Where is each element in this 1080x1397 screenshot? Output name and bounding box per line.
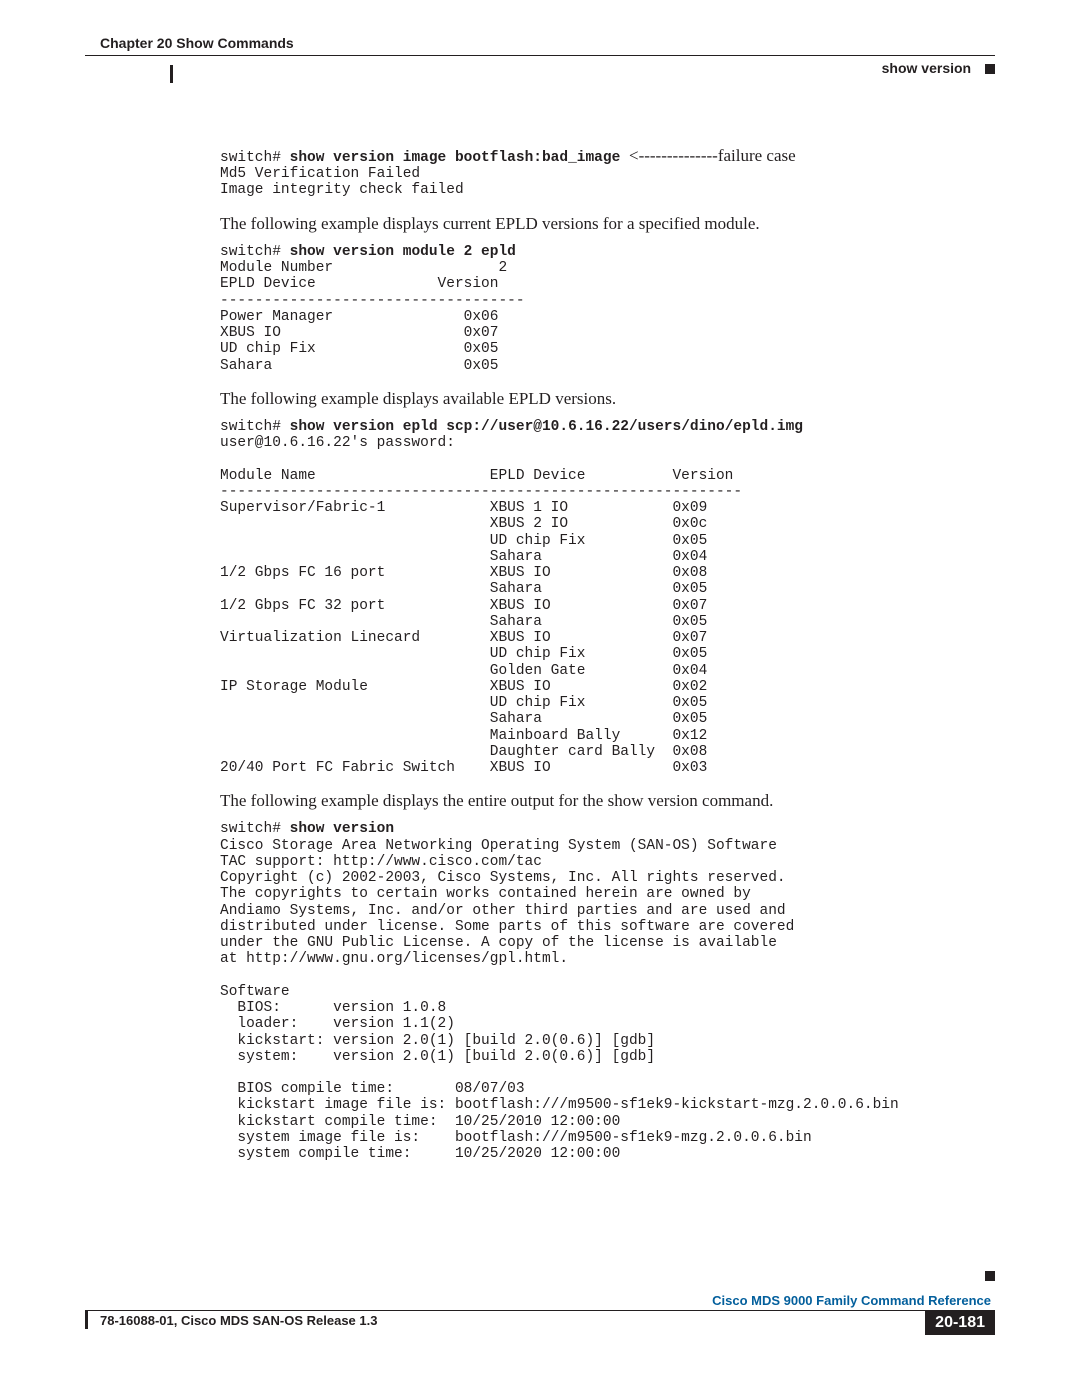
prompt: switch# <box>220 150 290 166</box>
output: Cisco Storage Area Networking Operating … <box>220 838 899 1162</box>
section-title: show version <box>882 60 971 76</box>
command: show version image bootflash:bad_image <box>290 150 629 166</box>
command: show version <box>290 821 394 837</box>
chapter-title: Chapter 20 Show Commands <box>85 35 995 51</box>
command: show version epld scp://user@10.6.16.22/… <box>290 419 803 435</box>
prompt: switch# <box>220 244 290 260</box>
output: Module Number 2 EPLD Device Version ----… <box>220 260 525 373</box>
output: Md5 Verification Failed Image integrity … <box>220 166 464 198</box>
page-number: 20-181 <box>925 1311 995 1335</box>
document-id: 78-16088-01, Cisco MDS SAN-OS Release 1.… <box>100 1313 377 1328</box>
footer-bottom-row: 78-16088-01, Cisco MDS SAN-OS Release 1.… <box>85 1313 995 1339</box>
page-header: Chapter 20 Show Commands show version <box>85 35 995 91</box>
page-content: switch# show version image bootflash:bad… <box>220 146 990 1162</box>
header-rule-icon <box>170 65 173 83</box>
code-block-2: switch# show version module 2 epld Modul… <box>220 244 990 374</box>
paragraph-3: The following example displays the entir… <box>220 790 990 811</box>
code-block-1: switch# show version image bootflash:bad… <box>220 146 990 199</box>
footer-divider <box>85 1310 995 1311</box>
page-footer: Cisco MDS 9000 Family Command Reference … <box>85 1293 995 1339</box>
marker-icon <box>985 64 995 74</box>
paragraph-2: The following example displays available… <box>220 388 990 409</box>
prompt: switch# <box>220 821 290 837</box>
footer-rule-icon <box>85 1311 88 1329</box>
code-block-3: switch# show version epld scp://user@10.… <box>220 419 990 776</box>
page: Chapter 20 Show Commands show version sw… <box>0 0 1080 1397</box>
prompt: switch# <box>220 419 290 435</box>
marker-icon <box>985 1271 995 1281</box>
footer-reference: Cisco MDS 9000 Family Command Reference <box>85 1293 995 1308</box>
output: user@10.6.16.22's password: Module Name … <box>220 435 742 776</box>
code-block-4: switch# show version Cisco Storage Area … <box>220 821 990 1162</box>
header-divider <box>85 55 995 56</box>
failure-note: <--------------failure case <box>629 146 796 165</box>
paragraph-1: The following example displays current E… <box>220 213 990 234</box>
command: show version module 2 epld <box>290 244 516 260</box>
section-title-row: show version <box>85 60 995 76</box>
